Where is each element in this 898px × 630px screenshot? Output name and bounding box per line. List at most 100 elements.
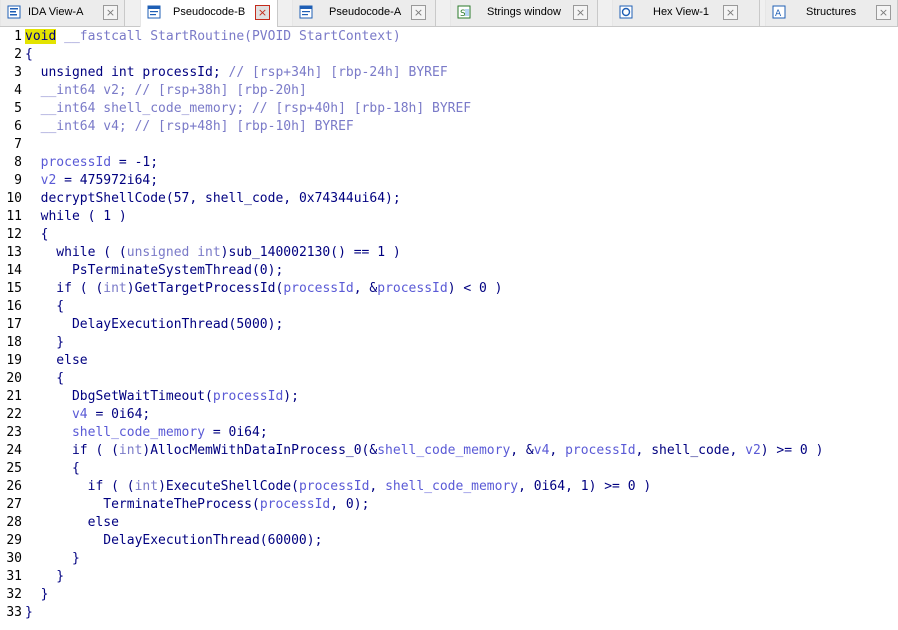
code-text[interactable]: DelayExecutionThread(60000); [25,532,322,550]
code-token[interactable]: , 0); [330,497,369,512]
code-token[interactable]: decryptShellCode(57, [25,191,205,206]
code-line[interactable]: 12 { [0,226,898,244]
code-text[interactable]: else [25,352,87,370]
code-token[interactable]: = -1; [111,155,158,170]
code-line[interactable]: 25 { [0,460,898,478]
code-text[interactable]: v4 = 0i64; [25,406,150,424]
code-token[interactable] [25,407,72,422]
code-token[interactable]: , [636,443,652,458]
code-text[interactable]: shell_code_memory = 0i64; [25,424,268,442]
code-line[interactable]: 3 unsigned int processId; // [rsp+34h] [… [0,64,898,82]
code-token[interactable]: ); [283,389,299,404]
code-token[interactable] [25,155,41,170]
code-token[interactable]: DelayExecutionThread(5000); [25,317,283,332]
code-token[interactable]: // [rsp+40h] [rbp-18h] BYREF [252,101,471,116]
code-token[interactable]: } [25,335,64,350]
code-text[interactable]: DelayExecutionThread(5000); [25,316,283,334]
code-token[interactable]: processId [260,497,330,512]
code-token[interactable]: v4 [534,443,550,458]
code-line[interactable]: 5 __int64 shell_code_memory; // [rsp+40h… [0,100,898,118]
pseudocode-editor[interactable]: 1 void __fastcall StartRoutine(PVOID Star… [0,28,898,630]
code-token[interactable]: )GetTargetProcessId( [127,281,284,296]
code-line[interactable]: 15 if ( (int)GetTargetProcessId(processI… [0,280,898,298]
code-text[interactable]: { [25,226,49,244]
code-line[interactable]: 8 processId = -1; [0,154,898,172]
code-line[interactable]: 6 __int64 v4; // [rsp+48h] [rbp-10h] BYR… [0,118,898,136]
code-token[interactable]: DbgSetWaitTimeout( [25,389,213,404]
code-token[interactable]: , & [510,443,533,458]
code-token[interactable]: else [25,353,87,368]
code-token[interactable]: shell_code [205,191,283,206]
code-token[interactable]: shell_code_memory [72,425,205,440]
code-line[interactable]: 7 [0,136,898,154]
code-token[interactable]: ) < 0 ) [448,281,503,296]
code-line[interactable]: 33} [0,604,898,622]
code-token[interactable]: __fastcall StartRoutine(PVOID StartConte… [56,29,401,44]
code-line[interactable]: 11 while ( 1 ) [0,208,898,226]
code-token[interactable]: shell_code_memory [385,479,518,494]
code-line[interactable]: 29 DelayExecutionThread(60000); [0,532,898,550]
code-line[interactable]: 17 DelayExecutionThread(5000); [0,316,898,334]
code-token[interactable]: } [25,605,33,620]
code-token[interactable]: { [25,461,80,476]
code-token[interactable]: v4 [72,407,88,422]
code-token[interactable]: DelayExecutionThread(60000); [25,533,322,548]
code-token[interactable]: if ( ( [25,443,119,458]
code-token[interactable]: { [25,371,64,386]
code-token[interactable]: int [119,443,142,458]
code-line[interactable]: 31 } [0,568,898,586]
close-tab-icon[interactable]: × [411,5,426,20]
code-token[interactable]: if ( ( [25,281,103,296]
code-token[interactable]: PsTerminateSystemThread(0); [25,263,283,278]
code-token[interactable]: unsigned int [127,245,221,260]
code-text[interactable]: } [25,586,49,604]
code-line[interactable]: 30 } [0,550,898,568]
code-line[interactable]: 21 DbgSetWaitTimeout(processId); [0,388,898,406]
code-text[interactable]: PsTerminateSystemThread(0); [25,262,283,280]
tab-pseudocode-b[interactable]: Pseudocode-B × [140,0,278,27]
code-text[interactable]: __int64 shell_code_memory; // [rsp+40h] … [25,100,472,118]
code-text[interactable]: while ( 1 ) [25,208,127,226]
code-text[interactable]: if ( (int)GetTargetProcessId(processId, … [25,280,503,298]
code-text[interactable]: } [25,604,33,622]
code-token[interactable]: processId [377,281,447,296]
code-token[interactable]: // [rsp+34h] [rbp-24h] BYREF [229,65,448,80]
code-token[interactable]: // [rsp+38h] [rbp-20h] [135,83,307,98]
code-text[interactable]: { [25,298,64,316]
code-token[interactable]: = 0i64; [88,407,150,422]
code-line[interactable]: 28 else [0,514,898,532]
code-line[interactable]: 2{ [0,46,898,64]
code-text[interactable]: unsigned int processId; // [rsp+34h] [rb… [25,64,448,82]
code-token[interactable]: )AllocMemWithDataInProcess_0(& [142,443,377,458]
code-token[interactable]: } [25,587,49,602]
code-token[interactable]: unsigned int processId; [25,65,229,80]
close-tab-icon[interactable]: × [255,5,270,20]
code-token[interactable]: ) >= 0 ) [761,443,824,458]
code-text[interactable]: decryptShellCode(57, shell_code, 0x74344… [25,190,401,208]
code-text[interactable]: DbgSetWaitTimeout(processId); [25,388,299,406]
code-token[interactable]: , 0i64, 1) >= 0 ) [518,479,651,494]
highlighted-token[interactable]: void [25,29,57,44]
tab-ida-view-a[interactable]: IDA View-A × [0,0,125,26]
code-token[interactable] [25,173,41,188]
tab-pseudocode-a[interactable]: Pseudocode-A × [292,0,436,26]
code-token[interactable]: else [25,515,119,530]
code-token[interactable]: { [25,227,49,242]
code-text[interactable]: void __fastcall StartRoutine(PVOID Start… [25,28,401,46]
code-line[interactable]: 22 v4 = 0i64; [0,406,898,424]
code-token[interactable]: , [549,443,565,458]
tab-strings-window[interactable]: S Strings window × [450,0,598,26]
code-token[interactable]: // [rsp+48h] [rbp-10h] BYREF [135,119,354,134]
code-token[interactable]: TerminateTheProcess( [25,497,260,512]
code-line[interactable]: 10 decryptShellCode(57, shell_code, 0x74… [0,190,898,208]
code-token[interactable]: __int64 v2; [25,83,135,98]
code-line[interactable]: 9 v2 = 475972i64; [0,172,898,190]
code-token[interactable]: )ExecuteShellCode( [158,479,299,494]
code-token[interactable]: v2 [745,443,761,458]
code-token[interactable]: processId [565,443,635,458]
code-token[interactable]: int [135,479,158,494]
code-line[interactable]: 24 if ( (int)AllocMemWithDataInProcess_0… [0,442,898,460]
code-text[interactable]: __int64 v4; // [rsp+48h] [rbp-10h] BYREF [25,118,354,136]
code-token[interactable]: , 0x74344ui64); [283,191,400,206]
code-line[interactable]: 20 { [0,370,898,388]
